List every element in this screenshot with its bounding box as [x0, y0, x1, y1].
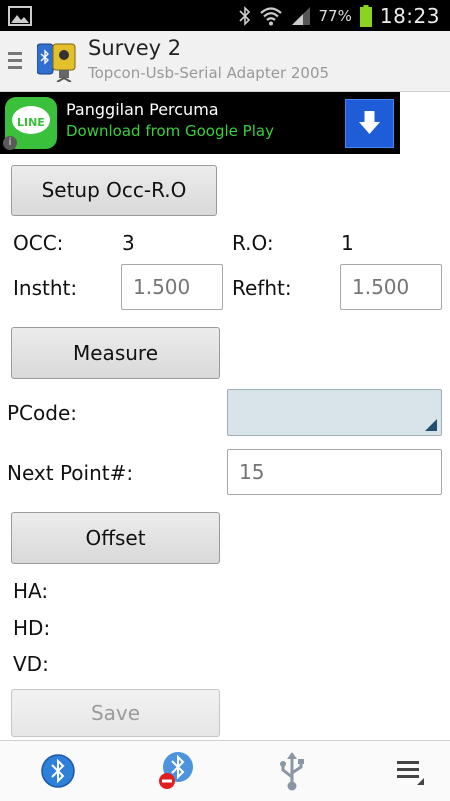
dropdown-corner-icon	[425, 419, 437, 431]
bottom-action-bar	[0, 740, 450, 801]
hd-label: HD:	[13, 616, 51, 640]
app-logo-icon[interactable]	[37, 42, 79, 82]
page-subtitle: Topcon-Usb-Serial Adapter 2005	[88, 64, 330, 82]
status-time: 18:23	[379, 3, 440, 28]
wifi-icon	[259, 6, 282, 25]
battery-icon	[359, 4, 372, 27]
usb-button[interactable]	[236, 741, 348, 801]
refht-label: Refht:	[232, 276, 292, 300]
vd-label: VD:	[13, 652, 49, 676]
usb-icon	[280, 752, 304, 791]
occ-label: OCC:	[13, 231, 64, 255]
signal-icon	[291, 6, 310, 25]
download-button[interactable]	[345, 99, 394, 148]
bluetooth-connect-icon	[41, 754, 75, 788]
bluetooth-disconnect-button[interactable]	[120, 741, 232, 801]
drawer-toggle-icon[interactable]	[8, 52, 22, 73]
gallery-notification-icon	[8, 6, 32, 26]
next-point-input[interactable]	[227, 449, 442, 495]
offset-button[interactable]: Offset	[11, 512, 220, 564]
next-point-label: Next Point#:	[7, 461, 134, 485]
bluetooth-connect-button[interactable]	[2, 741, 114, 801]
setup-occ-ro-button[interactable]: Setup Occ-R.O	[11, 165, 217, 216]
ro-label: R.O:	[232, 231, 274, 255]
page-title: Survey 2	[88, 36, 182, 60]
ad-title: Panggilan Percuma	[66, 100, 219, 119]
bluetooth-disconnect-icon	[159, 752, 193, 789]
overflow-menu-button[interactable]	[354, 741, 450, 801]
bluetooth-status-icon	[238, 5, 250, 26]
measure-button[interactable]: Measure	[11, 327, 220, 379]
occ-value: 3	[122, 231, 135, 255]
overflow-menu-icon	[397, 761, 424, 785]
line-logo-text: LINE	[17, 116, 45, 129]
ha-label: HA:	[13, 579, 49, 603]
pcode-dropdown[interactable]	[227, 389, 442, 436]
ad-subtitle: Download from Google Play	[66, 122, 274, 140]
instht-label: Instht:	[13, 276, 78, 300]
ro-value: 1	[341, 231, 354, 255]
status-bar: 77% 18:23	[0, 0, 450, 31]
ad-banner[interactable]: LINE i Panggilan Percuma Download from G…	[0, 92, 400, 154]
pcode-label: PCode:	[7, 401, 77, 425]
battery-percent: 77%	[318, 6, 352, 25]
instht-input[interactable]	[121, 264, 223, 310]
refht-input[interactable]	[340, 264, 442, 310]
save-button[interactable]: Save	[11, 689, 220, 737]
ad-info-icon[interactable]: i	[3, 136, 17, 150]
download-arrow-icon	[359, 111, 380, 134]
